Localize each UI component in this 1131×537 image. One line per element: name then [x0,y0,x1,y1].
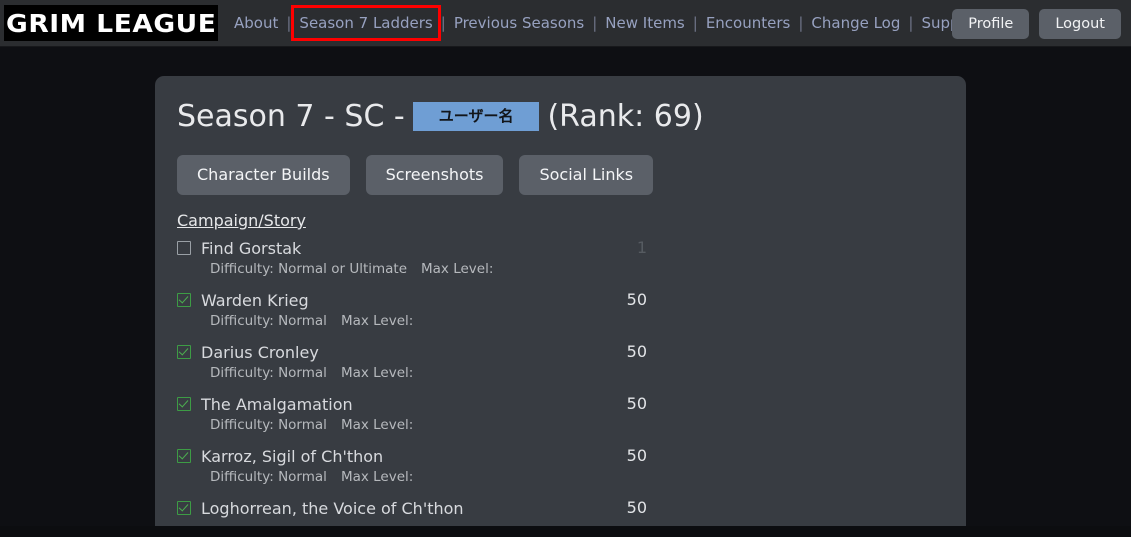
nav-link-new-items[interactable]: New Items [603,11,686,35]
difficulty-value: Normal [278,469,327,485]
quest-row-main: Darius Cronley [177,342,647,362]
action-button-character-builds[interactable]: Character Builds [177,155,350,195]
checkbox-checked-icon[interactable] [177,293,191,307]
checkbox-checked-icon[interactable] [177,397,191,411]
quest-row: Loghorrean, the Voice of Ch'thon 50 [177,498,647,518]
page-title: Season 7 - SC - ユーザー名 (Rank: 69) [177,94,944,138]
checkbox-unchecked-icon[interactable] [177,241,191,255]
quest-name: The Amalgamation [201,394,353,414]
quest-name: Find Gorstak [201,238,302,258]
difficulty-value: Normal [278,417,327,433]
nav-separator: | [592,14,598,32]
nav-separator: | [286,14,292,32]
difficulty-value: Normal [278,365,327,381]
quest-details: Difficulty: Normal or Ultimate Max Level: [210,261,647,277]
quest-row: Darius Cronley 50 Difficulty: Normal Max Le… [177,342,647,381]
main-nav-links: About | Season 7 Ladders | Previous Seasons |… [232,5,1006,41]
quest-row: The Amalgamation 50 Difficulty: Normal Max … [177,394,647,433]
nav-separator: | [692,14,698,32]
nav-link-encounters[interactable]: Encounters [704,11,793,35]
quest-details: Difficulty: Normal Max Level: [210,417,647,433]
max-level-label: Max Level: [421,261,494,277]
max-level-label: Max Level: [340,313,414,329]
quest-name: Darius Cronley [201,342,319,362]
difficulty-label: Difficulty: [210,365,274,381]
quest-row-main: Warden Krieg [177,290,647,310]
quest-row-main: The Amalgamation [177,394,647,414]
max-level-label: Max Level: [340,417,414,433]
difficulty-label: Difficulty: [210,417,274,433]
username-badge[interactable]: ユーザー名 [412,101,540,131]
page-title-prefix: Season 7 - SC - [177,98,405,134]
nav-account-buttons: Profile Logout [952,9,1121,39]
ladder-panel: Season 7 - SC - ユーザー名 (Rank: 69) Charact… [155,76,966,537]
quest-row-main: Karroz, Sigil of Ch'thon [177,446,647,466]
logout-button[interactable]: Logout [1039,9,1121,39]
quest-details: Difficulty: Normal Max Level: [210,313,647,329]
page-title-rank: (Rank: 69) [547,98,704,134]
quest-value: 50 [626,498,647,517]
nav-separator: | [440,14,446,32]
difficulty-value: Normal [278,313,327,329]
quest-row-main: Find Gorstak [177,238,647,258]
quest-value: 1 [636,238,647,257]
profile-button[interactable]: Profile [952,9,1030,39]
checkbox-checked-icon[interactable] [177,345,191,359]
nav-separator: | [908,14,914,32]
top-navigation-bar: GRIM LEAGUE About | Season 7 Ladders | Previ… [0,0,1131,47]
quest-name: Warden Krieg [201,290,309,310]
quest-row: Warden Krieg 50 Difficulty: Normal Max Leve… [177,290,647,329]
difficulty-label: Difficulty: [210,469,274,485]
checkbox-checked-icon[interactable] [177,501,191,515]
nav-separator: | [798,14,804,32]
difficulty-label: Difficulty: [210,261,274,277]
quest-row-main: Loghorrean, the Voice of Ch'thon [177,498,647,518]
quest-details: Difficulty: Normal Max Level: [210,469,647,485]
action-button-screenshots[interactable]: Screenshots [365,155,504,195]
difficulty-label: Difficulty: [210,313,274,329]
nav-link-season-7-ladders[interactable]: Season 7 Ladders [291,5,441,41]
site-logo-text: GRIM LEAGUE [5,8,217,38]
max-level-label: Max Level: [340,469,414,485]
quest-details: Difficulty: Normal Max Level: [210,365,647,381]
nav-link-change-log[interactable]: Change Log [809,11,902,35]
site-logo[interactable]: GRIM LEAGUE [4,5,218,41]
quest-row: Find Gorstak 1 Difficulty: Normal or Ultim… [177,238,647,277]
quest-value: 50 [626,290,647,309]
viewport-bottom-cutoff [0,526,1131,537]
section-link-campaign-story[interactable]: Campaign/Story [177,211,306,230]
quest-name: Karroz, Sigil of Ch'thon [201,446,384,466]
difficulty-value: Normal or Ultimate [278,261,408,277]
action-buttons: Character Builds Screenshots Social Links [177,155,944,195]
max-level-label: Max Level: [340,365,414,381]
quest-name: Loghorrean, the Voice of Ch'thon [201,498,464,518]
nav-link-previous-seasons[interactable]: Previous Seasons [452,11,586,35]
action-button-social-links[interactable]: Social Links [519,155,654,195]
checkbox-checked-icon[interactable] [177,449,191,463]
quest-row: Karroz, Sigil of Ch'thon 50 Difficulty: No… [177,446,647,485]
quest-value: 50 [626,342,647,361]
nav-link-about[interactable]: About [232,11,280,35]
quest-list: Find Gorstak 1 Difficulty: Normal or Ultim… [177,238,944,518]
quest-value: 50 [626,394,647,413]
quest-value: 50 [626,446,647,465]
